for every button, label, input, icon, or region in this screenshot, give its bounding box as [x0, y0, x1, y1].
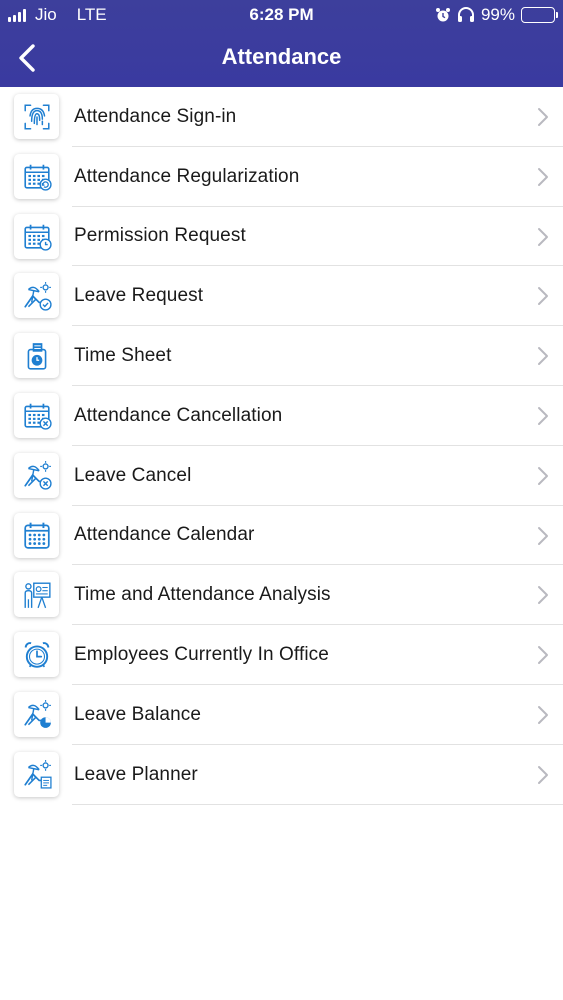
- chevron-right-icon: [538, 287, 548, 306]
- chevron-right-icon: [538, 347, 548, 366]
- menu-item-icon-box: [14, 632, 59, 678]
- menu-item-label: Attendance Cancellation: [74, 404, 283, 426]
- chevron-right-icon: [538, 586, 548, 605]
- alarm-icon: [435, 8, 450, 22]
- menu-item-label: Leave Balance: [74, 703, 202, 725]
- calendar-refresh-icon: [23, 165, 52, 191]
- chevron-right-icon: [538, 705, 548, 724]
- menu-item[interactable]: Leave Balance: [0, 685, 563, 745]
- battery-percent: 99%: [480, 5, 515, 24]
- beach-chair-cancel-icon: [23, 461, 52, 490]
- headphones-icon: [457, 7, 474, 22]
- beach-chair-pie-icon: [23, 700, 51, 729]
- menu-item[interactable]: Leave Planner: [0, 745, 563, 805]
- menu-item[interactable]: Attendance Calendar: [0, 506, 563, 566]
- battery-icon: [521, 7, 558, 23]
- menu-item-label: Attendance Regularization: [74, 165, 300, 187]
- menu-item-label: Time Sheet: [74, 345, 172, 367]
- calendar-clock-icon: [23, 224, 52, 251]
- menu-item-icon-box: [14, 153, 59, 199]
- chevron-right-icon: [538, 406, 548, 425]
- presentation-icon: [24, 582, 51, 608]
- app-header: Jio LTE 6:28 PM 99% Attendance: [0, 0, 563, 87]
- attendance-menu-list: Attendance Sign-in Attendance Regularizat…: [0, 87, 563, 805]
- page-title: Attendance: [221, 44, 342, 69]
- chevron-right-icon: [538, 227, 548, 246]
- menu-item[interactable]: Attendance Sign-in: [0, 87, 563, 147]
- menu-item[interactable]: Attendance Regularization: [0, 147, 563, 207]
- chevron-right-icon: [538, 108, 548, 126]
- menu-item-icon-box: [14, 572, 59, 618]
- menu-item-label: Attendance Sign-in: [74, 105, 237, 127]
- menu-item-icon-box: [14, 333, 59, 379]
- menu-item[interactable]: Permission Request: [0, 207, 563, 267]
- menu-item-icon-box: [14, 691, 59, 737]
- menu-item-label: Time and Attendance Analysis: [74, 584, 331, 606]
- chevron-right-icon: [538, 466, 548, 485]
- menu-item-label: Attendance Calendar: [74, 524, 255, 546]
- menu-item-icon-box: [14, 512, 59, 558]
- menu-item-label: Employees Currently In Office: [74, 644, 329, 666]
- beach-chair-planner-icon: [23, 760, 52, 789]
- menu-item-icon-box: [14, 273, 59, 319]
- timesheet-clock-icon: [27, 342, 46, 370]
- menu-item-icon-box: [14, 392, 59, 438]
- fingerprint-icon: [23, 103, 50, 130]
- status-bar: Jio LTE 6:28 PM 99%: [0, 0, 563, 30]
- menu-item-label: Permission Request: [74, 225, 246, 247]
- calendar-icon: [23, 522, 50, 549]
- alarm-clock-icon: [24, 641, 49, 668]
- menu-item-icon-box: [14, 213, 59, 259]
- menu-item-label: Leave Cancel: [74, 464, 192, 486]
- chevron-right-icon: [538, 526, 548, 545]
- menu-item-label: Leave Request: [74, 285, 204, 307]
- chevron-right-icon: [538, 646, 548, 665]
- menu-item-label: Leave Planner: [74, 763, 198, 785]
- chevron-right-icon: [538, 765, 548, 784]
- beach-chair-check-icon: [23, 281, 52, 311]
- menu-item[interactable]: Time and Attendance Analysis: [0, 565, 563, 625]
- menu-item[interactable]: Leave Cancel: [0, 446, 563, 506]
- chevron-right-icon: [538, 167, 548, 186]
- menu-item-icon-box: [14, 452, 59, 498]
- calendar-cancel-icon: [23, 404, 52, 431]
- menu-item[interactable]: Attendance Cancellation: [0, 386, 563, 446]
- nav-bar: Attendance: [0, 30, 563, 87]
- menu-item-icon-box: [14, 751, 59, 797]
- menu-item[interactable]: Employees Currently In Office: [0, 625, 563, 685]
- menu-item[interactable]: Leave Request: [0, 266, 563, 326]
- menu-item[interactable]: Time Sheet: [0, 326, 563, 386]
- menu-item-icon-box: [14, 94, 59, 139]
